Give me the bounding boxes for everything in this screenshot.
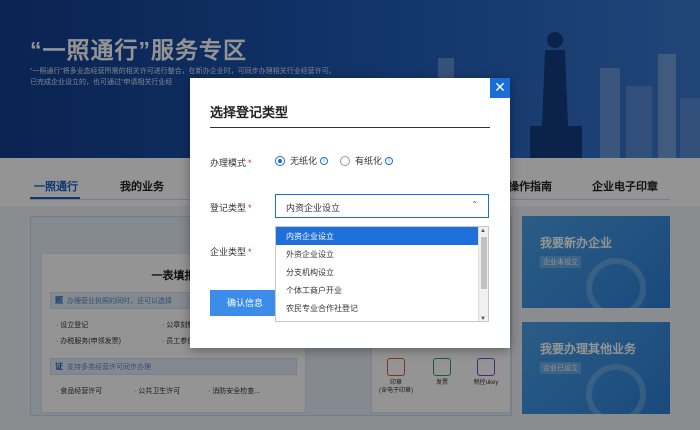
company-type-label: 企业类型 * bbox=[210, 245, 252, 258]
radio-paperless[interactable]: 无纸化 i bbox=[275, 154, 329, 167]
company-type-label-text: 企业类型 bbox=[210, 247, 247, 257]
dropdown-option[interactable]: 外资企业设立 bbox=[276, 245, 479, 263]
scrollbar-thumb[interactable] bbox=[481, 237, 487, 289]
mode-label: 办理模式 * bbox=[210, 156, 252, 169]
registration-type-dialog: ✕ 选择登记类型 办理模式 * 无纸化 i 有纸化 i 登记类型 * 内资企业设立 … bbox=[190, 78, 510, 348]
dropdown-scrollbar[interactable]: ▲ ▼ bbox=[478, 227, 488, 321]
dropdown-option[interactable]: 内资企业设立 bbox=[276, 227, 479, 245]
info-icon[interactable]: i bbox=[385, 156, 394, 165]
required-mark: * bbox=[248, 247, 252, 257]
dropdown-option[interactable]: 分支机构设立 bbox=[276, 263, 479, 281]
mode-label-text: 办理模式 bbox=[210, 158, 247, 168]
close-icon[interactable]: ✕ bbox=[490, 78, 510, 98]
confirm-button[interactable]: 确认信息 bbox=[210, 290, 280, 316]
info-icon[interactable]: i bbox=[320, 156, 329, 165]
reg-type-select[interactable]: 内资企业设立 ⌃ bbox=[275, 194, 489, 218]
dialog-title-divider bbox=[210, 127, 490, 128]
reg-type-dropdown: 内资企业设立 外资企业设立 分支机构设立 个体工商户开业 农民专业合作社登记 ▲… bbox=[275, 226, 489, 322]
scroll-down-arrow-icon[interactable]: ▼ bbox=[480, 316, 486, 321]
chevron-up-icon: ⌃ bbox=[471, 200, 478, 209]
radio-checked-icon bbox=[275, 155, 285, 166]
scroll-up-arrow-icon[interactable]: ▲ bbox=[480, 228, 486, 234]
radio-paperless-label: 无纸化 bbox=[290, 156, 318, 166]
dropdown-option[interactable]: 农民专业合作社登记 bbox=[276, 299, 479, 317]
radio-paper-label: 有纸化 bbox=[355, 156, 383, 166]
radio-paper[interactable]: 有纸化 i bbox=[340, 154, 394, 167]
reg-type-label-text: 登记类型 bbox=[210, 203, 247, 213]
dropdown-option[interactable]: 个体工商户开业 bbox=[276, 281, 479, 299]
required-mark: * bbox=[248, 158, 252, 168]
dialog-title: 选择登记类型 bbox=[210, 105, 289, 120]
required-mark: * bbox=[248, 203, 252, 213]
reg-type-value: 内资企业设立 bbox=[286, 203, 341, 213]
reg-type-label: 登记类型 * bbox=[210, 201, 252, 214]
radio-unchecked-icon bbox=[340, 155, 350, 166]
